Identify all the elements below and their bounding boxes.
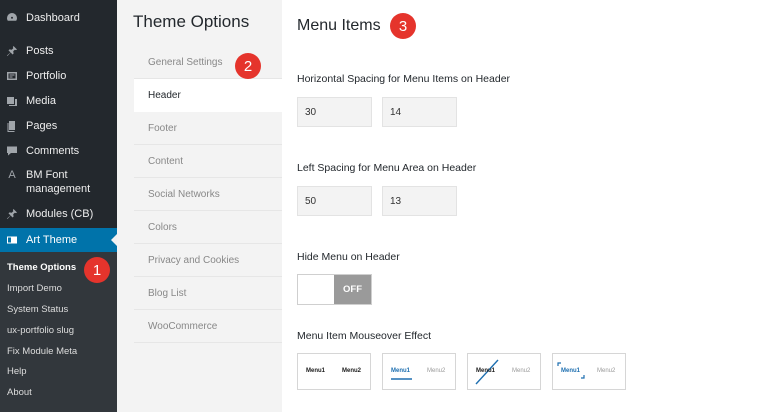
mouseover-effect-label: Menu Item Mouseover Effect [297, 330, 432, 342]
horizontal-spacing-input-1[interactable] [297, 97, 372, 127]
submenu-theme-options[interactable]: Theme Options [7, 262, 76, 273]
admin-sidebar: Dashboard Posts Portfolio Media Pages Co… [0, 0, 117, 412]
effect-menu1-text: Menu1 [391, 368, 411, 374]
menu-item-media[interactable]: Media [0, 91, 117, 111]
menu-item-label: Art Theme [26, 234, 78, 246]
theme-options-title: Theme Options [133, 12, 250, 31]
left-spacing-input-1[interactable] [297, 186, 372, 216]
tab-blog-list[interactable]: Blog List [134, 277, 282, 310]
submenu-system-status[interactable]: System Status [7, 304, 68, 315]
menu-item-label: Pages [26, 120, 58, 132]
toggle-knob [298, 275, 334, 304]
menu-items-panel: Menu Items Horizontal Spacing for Menu I… [282, 0, 768, 412]
horizontal-spacing-label: Horizontal Spacing for Menu Items on Hea… [297, 73, 511, 85]
tab-footer[interactable]: Footer [134, 112, 282, 145]
art-theme-icon [5, 233, 19, 247]
step-badge-2: 2 [235, 53, 261, 79]
font-icon: A [8, 169, 16, 181]
menu-item-art-theme[interactable]: Art Theme [0, 228, 117, 252]
comment-icon [5, 144, 19, 158]
pages-icon [5, 119, 19, 133]
menu-item-label: Posts [26, 45, 54, 57]
menu-item-label: Media [26, 95, 56, 107]
effect-option-underline[interactable]: Menu1 Menu2 [382, 353, 456, 390]
submenu-fix-module-meta[interactable]: Fix Module Meta [7, 346, 77, 357]
effect-option-strike[interactable]: Menu1 Menu2 [467, 353, 541, 390]
effect-menu2-text: Menu2 [512, 368, 531, 374]
dashboard-icon [5, 11, 19, 25]
hide-menu-toggle[interactable]: OFF [297, 274, 372, 305]
menu-item-label-line2: management [26, 183, 91, 195]
tab-header[interactable]: Header [134, 79, 282, 112]
left-spacing-label: Left Spacing for Menu Area on Header [297, 162, 477, 174]
menu-item-posts[interactable]: Posts [0, 41, 117, 61]
tab-colors[interactable]: Colors [134, 211, 282, 244]
menu-item-label: BM Font [26, 169, 68, 181]
menu-item-pages[interactable]: Pages [0, 116, 117, 136]
submenu-portfolio-slug[interactable]: ux-portfolio slug [7, 325, 74, 336]
effect-menu1-text: Menu1 [476, 368, 496, 374]
effect-menu2-text: Menu2 [427, 368, 446, 374]
menu-item-comments[interactable]: Comments [0, 141, 117, 161]
tab-privacy-cookies[interactable]: Privacy and Cookies [134, 244, 282, 277]
pin-icon [5, 207, 19, 221]
media-icon [5, 94, 19, 108]
pin-icon [5, 44, 19, 58]
effect-menu1-text: Menu1 [561, 368, 581, 374]
submenu-about[interactable]: About [7, 387, 32, 398]
submenu-import-demo[interactable]: Import Demo [7, 283, 62, 294]
menu-item-label: Portfolio [26, 70, 67, 82]
menu-item-label: Modules (CB) [26, 208, 94, 220]
step-badge-3: 3 [390, 13, 416, 39]
menu-item-bm-font[interactable]: A BM Font management [0, 168, 117, 196]
effect-menu2-text: Menu2 [342, 368, 362, 374]
horizontal-spacing-input-2[interactable] [382, 97, 457, 127]
tab-social-networks[interactable]: Social Networks [134, 178, 282, 211]
menu-item-portfolio[interactable]: Portfolio [0, 66, 117, 86]
menu-item-modules[interactable]: Modules (CB) [0, 204, 117, 224]
effect-menu1-text: Menu1 [306, 368, 326, 374]
effect-menu2-text: Menu2 [597, 368, 616, 374]
tab-content[interactable]: Content [134, 145, 282, 178]
left-spacing-input-2[interactable] [382, 186, 457, 216]
menu-item-label: Dashboard [26, 12, 80, 24]
hide-menu-label: Hide Menu on Header [297, 251, 400, 263]
section-title: Menu Items [297, 17, 381, 34]
menu-item-dashboard[interactable]: Dashboard [0, 8, 117, 28]
menu-item-label: Comments [26, 145, 80, 157]
tab-woocommerce[interactable]: WooCommerce [134, 310, 282, 343]
effect-option-plain[interactable]: Menu1 Menu2 [297, 353, 371, 390]
toggle-state-label: OFF [334, 275, 371, 304]
portfolio-icon [5, 69, 19, 83]
effect-option-corners[interactable]: Menu1 Menu2 [552, 353, 626, 390]
submenu-help[interactable]: Help [7, 366, 27, 377]
step-badge-1: 1 [84, 257, 110, 283]
menu-item-label-group: BM Font management [26, 168, 90, 196]
